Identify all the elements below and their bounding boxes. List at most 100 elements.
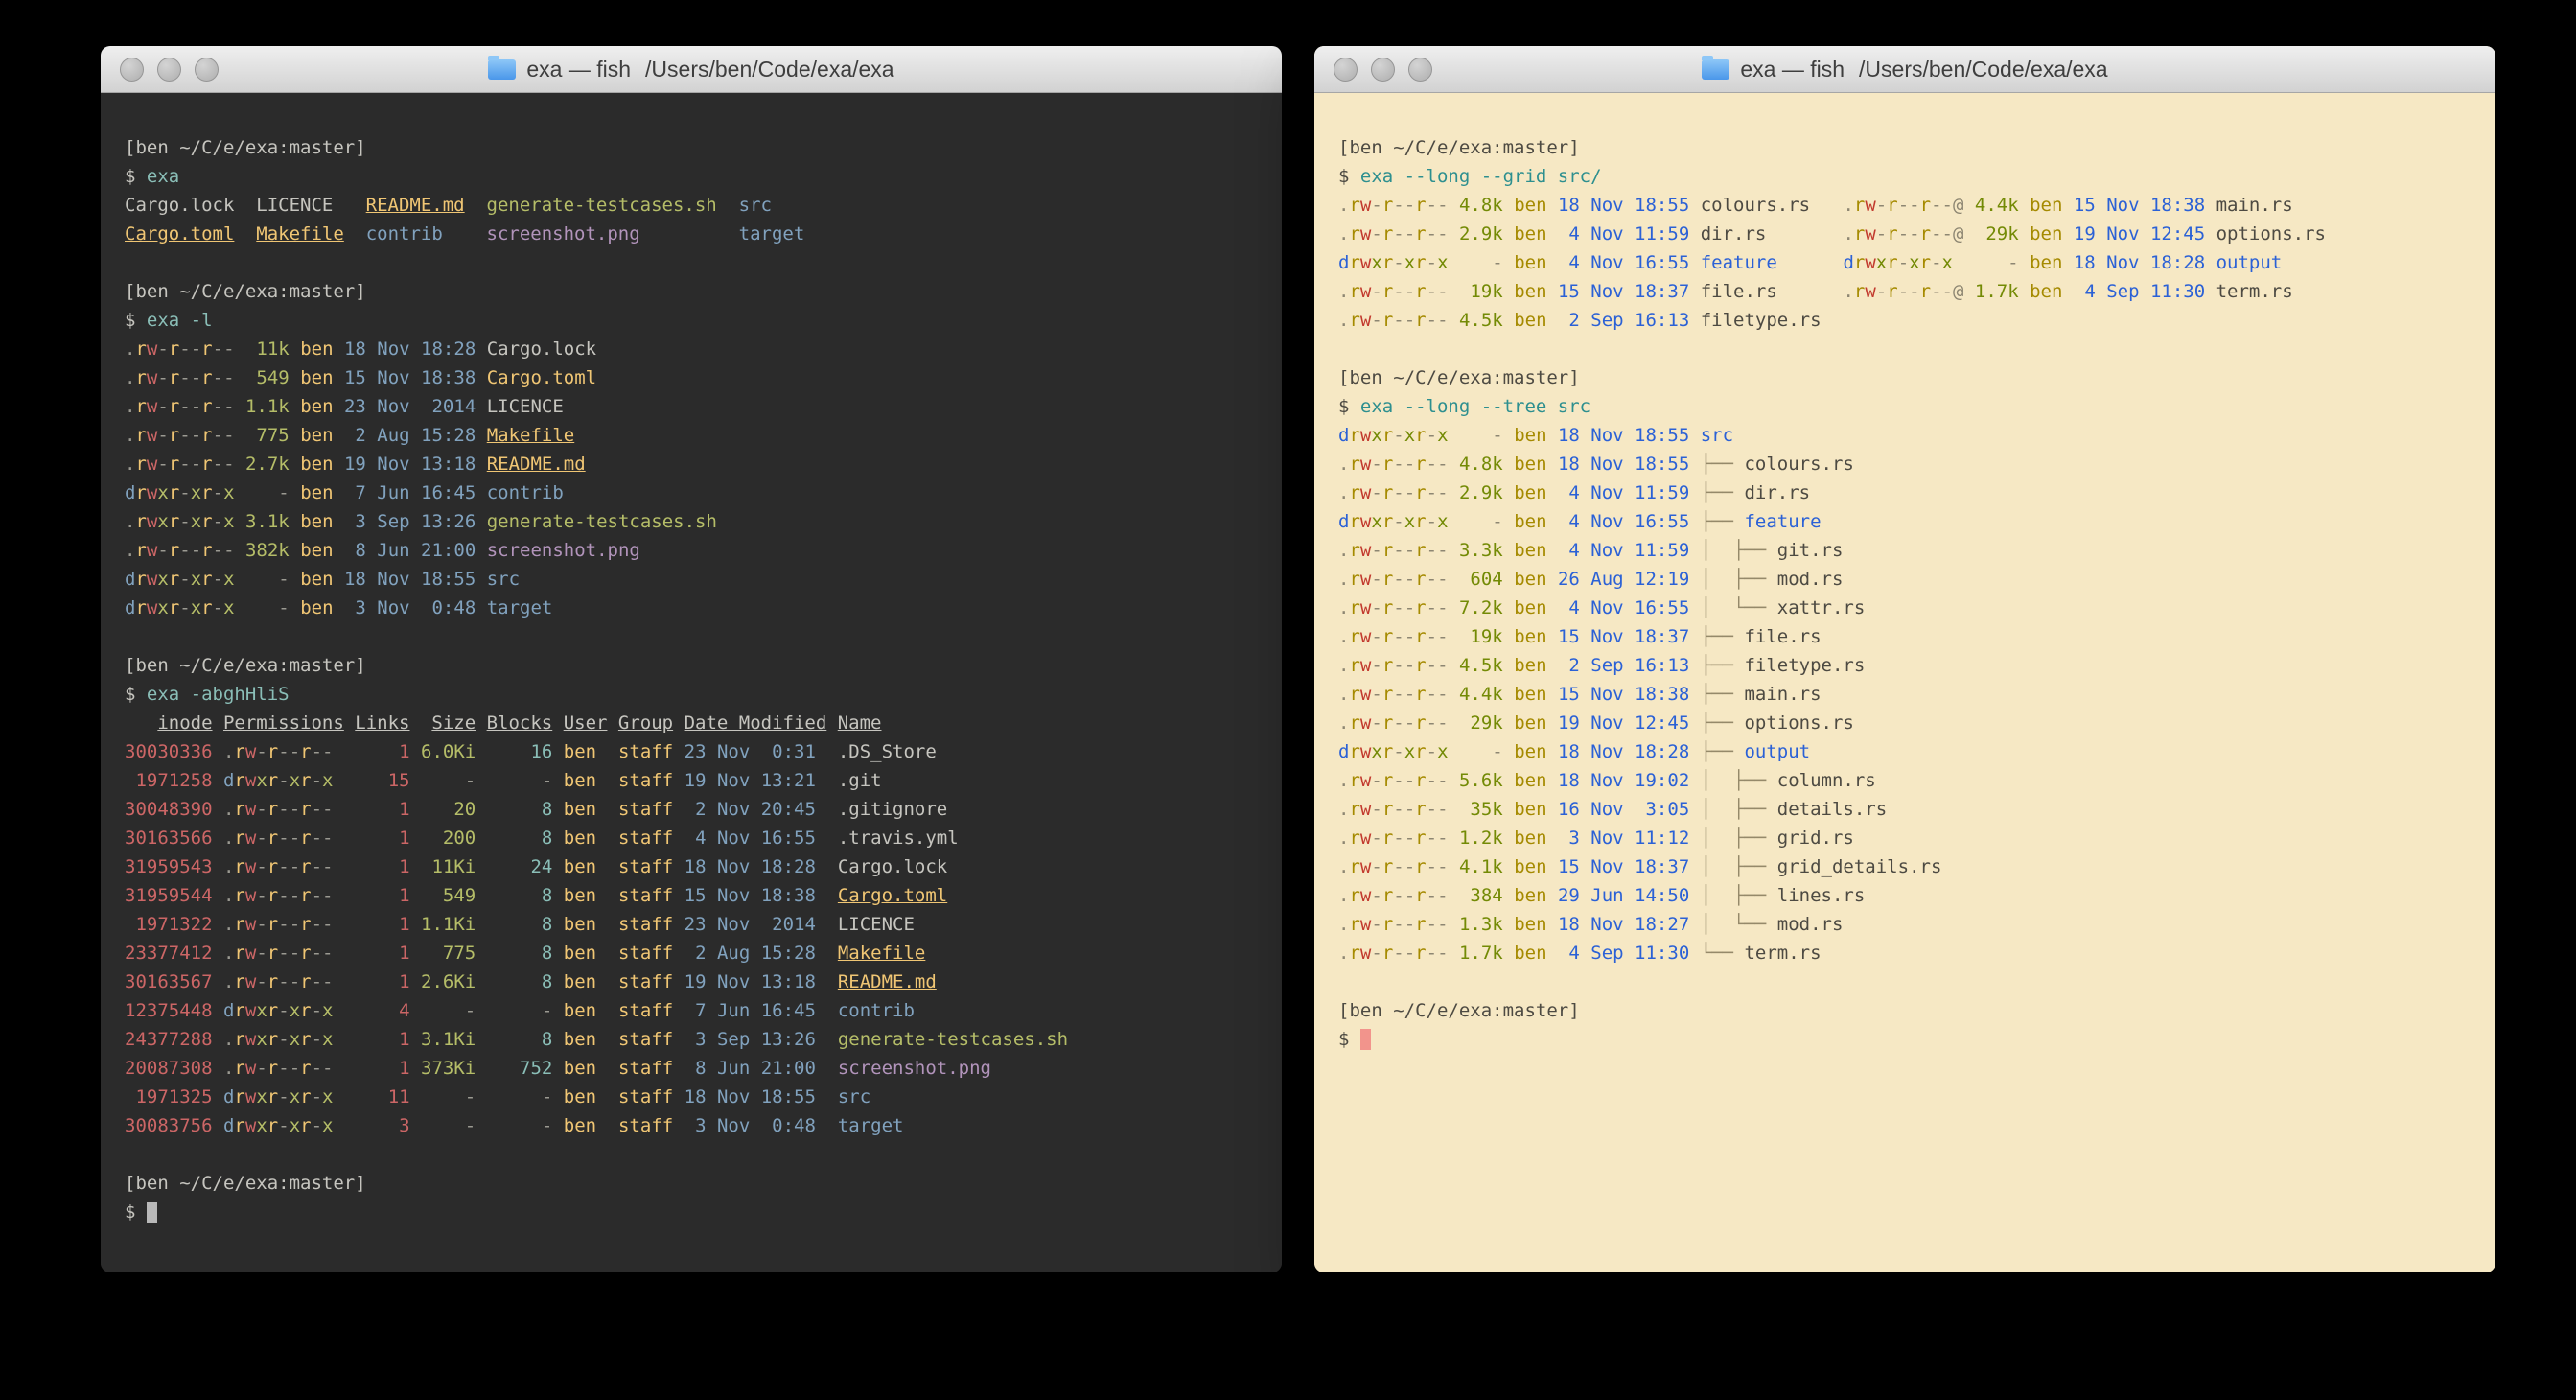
zoom-button[interactable] (1408, 58, 1432, 82)
terminal-line: 31959544 .rw-r--r-- 1 549 8 ben staff 15… (125, 881, 1282, 910)
text (1449, 914, 1459, 935)
text (334, 1086, 356, 1108)
executable-file-name: generate-testcases.sh (487, 195, 717, 216)
text (476, 712, 486, 734)
build-file-name: Makefile (838, 943, 926, 964)
terminal-content[interactable]: [ben ~/C/e/exa:master]$ exaCargo.lock LI… (101, 93, 1282, 1272)
text: file.rs (1701, 281, 1777, 302)
text: [ben ~/C/e/exa:master] (125, 1173, 366, 1194)
date-modified: 4 Sep 11:30 (1558, 943, 1689, 964)
hard-links-count: 15 (355, 770, 409, 791)
image-file-name: screenshot.png (487, 540, 640, 561)
text (673, 1115, 684, 1136)
close-button[interactable] (1334, 58, 1358, 82)
minimize-button[interactable] (157, 58, 181, 82)
user-name: ben (1514, 454, 1546, 475)
user-name: ben (1514, 511, 1546, 532)
text (816, 1086, 838, 1108)
text (608, 1115, 618, 1136)
text (1449, 885, 1459, 906)
terminal-content[interactable]: [ben ~/C/e/exa:master]$ exa --long --gri… (1314, 93, 2495, 1272)
window-title-path: /Users/ben/Code/exa/exa (1859, 57, 2108, 82)
text (552, 741, 563, 762)
text (235, 482, 245, 503)
dim-text: - (1459, 425, 1503, 446)
text (290, 482, 300, 503)
text (290, 597, 300, 618)
text (1963, 281, 1974, 302)
text (334, 1000, 356, 1021)
text: term.rs (2216, 281, 2293, 302)
terminal-line: .rw-r--r-- 2.9k ben 4 Nov 11:59 ├── dir.… (1338, 478, 2495, 507)
permissions: .rw-r--r-- (1338, 885, 1449, 906)
user-name: ben (564, 914, 608, 935)
file-size: 1.2k (1459, 828, 1503, 849)
date-modified: 3 Sep 13:26 (344, 511, 476, 532)
terminal-line (125, 248, 1282, 277)
file-size: 2.6Ki (421, 971, 476, 992)
titlebar[interactable]: exa — fish /Users/ben/Code/exa/exa (1314, 46, 2495, 93)
user-name: ben (564, 741, 608, 762)
terminal-line: .rw-r--r-- 1.7k ben 4 Sep 11:30 └── term… (1338, 939, 2495, 968)
hard-links-count: 1 (355, 856, 409, 877)
text-cursor (147, 1202, 157, 1223)
text: dir.rs (1744, 482, 1810, 503)
date-modified: 18 Nov 18:28 (344, 338, 476, 360)
build-file-name: Makefile (256, 223, 344, 245)
text (1547, 569, 1558, 590)
text (1547, 482, 1558, 503)
terminal-line: .rw-r--r-- 11k ben 18 Nov 18:28 Cargo.lo… (125, 335, 1282, 363)
close-button[interactable] (120, 58, 144, 82)
text (213, 741, 223, 762)
text (344, 712, 355, 734)
directory-name: src (838, 1086, 870, 1108)
text (410, 799, 421, 820)
dim-text: - (1459, 252, 1503, 273)
text (410, 828, 421, 849)
file-size: 6.0Ki (421, 741, 476, 762)
file-size: 35k (1459, 799, 1503, 820)
tree-branch-icon: ├── (1701, 684, 1745, 705)
user-name: ben (2030, 252, 2062, 273)
permissions: .rw-r--r-- (125, 425, 235, 446)
permissions: drwxr-xr-x (1843, 252, 1953, 273)
minimize-button[interactable] (1371, 58, 1395, 82)
text (235, 569, 245, 590)
text (1449, 425, 1459, 446)
image-file-name: screenshot.png (838, 1058, 991, 1079)
text (410, 770, 421, 791)
text (816, 1115, 838, 1136)
file-size: 2.9k (1459, 223, 1503, 245)
terminal-line (1338, 335, 2495, 363)
text (213, 1058, 223, 1079)
text (2062, 252, 2073, 273)
permissions: .rw-r--r-- (1338, 856, 1449, 877)
titlebar[interactable]: exa — fish /Users/ben/Code/exa/exa (101, 46, 1282, 93)
zoom-button[interactable] (195, 58, 219, 82)
user-name: ben (2030, 223, 2062, 245)
text (1689, 741, 1700, 762)
inode-number: 31959543 (125, 856, 213, 877)
terminal-line: 1971258 drwxr-xr-x 15 - - ben staff 19 N… (125, 766, 1282, 795)
text (344, 223, 366, 245)
text: main.rs (1744, 684, 1821, 705)
text: Cargo.lock (838, 856, 947, 877)
text (213, 885, 223, 906)
text (1777, 252, 1844, 273)
text (410, 1029, 421, 1050)
terminal-line: [ben ~/C/e/exa:master] (1338, 133, 2495, 162)
text (816, 1058, 838, 1079)
date-modified: 4 Nov 11:59 (1558, 482, 1689, 503)
build-file-name: README.md (366, 195, 465, 216)
user-name: ben (1514, 281, 1546, 302)
hard-links-count: 1 (355, 1029, 409, 1050)
date-modified: 16 Nov 3:05 (1558, 799, 1689, 820)
terminal-line: Cargo.toml Makefile contrib screenshot.p… (125, 220, 1282, 248)
terminal-line: $ exa --long --grid src/ (1338, 162, 2495, 191)
date-modified: 7 Jun 16:45 (685, 1000, 816, 1021)
command-text: exa -abghHliS (147, 684, 290, 705)
file-size: 29k (1975, 223, 2019, 245)
user-name: ben (300, 597, 333, 618)
terminal-line: .rw-r--r-- 384 ben 29 Jun 14:50 │ ├── li… (1338, 881, 2495, 910)
text: LICENCE (487, 396, 564, 417)
